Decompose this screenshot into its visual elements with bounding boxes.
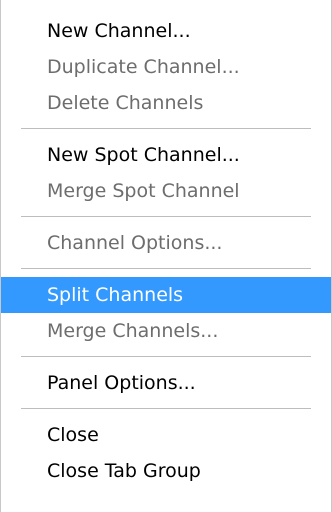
menu-item-new-channel[interactable]: New Channel... [1,13,331,49]
channels-panel-menu: New Channel... Duplicate Channel... Dele… [0,0,332,512]
menu-item-merge-spot-channel: Merge Spot Channel [47,180,240,202]
menu-separator [21,356,311,357]
menu-separator [21,128,311,129]
menu-item-panel-options[interactable]: Panel Options... [1,365,331,401]
menu-item-channel-options: Channel Options... [47,232,223,254]
menu-separator [21,268,311,269]
menu-item-close[interactable]: Close [1,417,331,453]
menu-item-duplicate-channel: Duplicate Channel... [47,56,240,78]
menu-item-merge-channels: Merge Channels... [47,320,219,342]
menu-separator [21,216,311,217]
menu-separator [21,408,311,409]
menu-item-delete-channels: Delete Channels [47,92,204,114]
menu-item-split-channels[interactable]: Split Channels [1,277,331,313]
menu-item-close-tab-group[interactable]: Close Tab Group [1,453,331,489]
menu-item-new-spot-channel[interactable]: New Spot Channel... [1,137,331,173]
